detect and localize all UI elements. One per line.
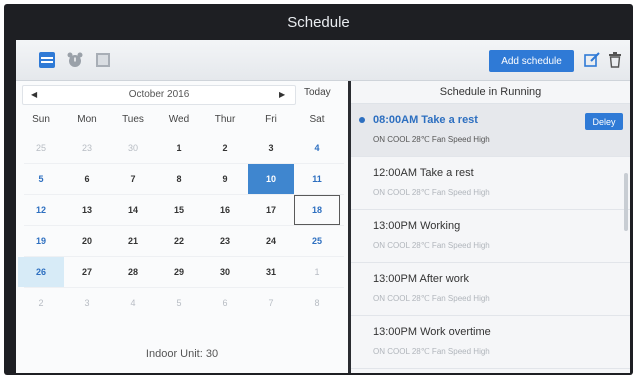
calendar-day-cell[interactable]: 31 — [248, 257, 294, 287]
edit-icon[interactable] — [583, 51, 601, 69]
indoor-unit-label: Indoor Unit: 30 — [145, 348, 219, 360]
calendar-day-cell[interactable]: 21 — [110, 226, 156, 256]
calendar-day-cell[interactable]: 14 — [110, 195, 156, 225]
schedule-panel: Add schedule ◀ October 2016 ▶ Today Sun … — [16, 40, 630, 373]
calendar-day-cell[interactable]: 4 — [294, 133, 340, 163]
calendar-day-cell[interactable]: 24 — [248, 226, 294, 256]
schedule-item[interactable]: 12:00AM Take a rest ON COOL 28℃ Fan Speed… — [351, 157, 630, 210]
calendar-day-cell[interactable]: 27 — [64, 257, 110, 287]
schedule-item-title: 12:00AM Take a rest — [373, 167, 474, 179]
weekday-label: Sun — [32, 114, 50, 125]
schedule-item[interactable]: 13:00PM Working ON COOL 28℃ Fan Speed Hig… — [351, 210, 630, 263]
calendar-day-cell[interactable]: 16 — [202, 195, 248, 225]
add-schedule-button[interactable]: Add schedule — [489, 50, 574, 72]
schedule-item-details: ON COOL 28℃ Fan Speed High — [373, 135, 490, 144]
schedule-item[interactable]: 13:00PM Work overtime ON COOL 28℃ Fan Spe… — [351, 316, 630, 369]
calendar-day-cell[interactable]: 20 — [64, 226, 110, 256]
weekday-label: Tues — [122, 114, 144, 125]
calendar-day-cell[interactable]: 23 — [64, 133, 110, 163]
calendar-day-cell[interactable]: 6 — [64, 164, 110, 194]
calendar-day-cell[interactable]: 29 — [156, 257, 202, 287]
schedule-item-details: ON COOL 28℃ Fan Speed High — [373, 347, 490, 356]
calendar-day-cell[interactable]: 6 — [202, 288, 248, 318]
calendar-day-cell[interactable]: 30 — [110, 133, 156, 163]
weekday-label: Thur — [214, 114, 236, 125]
scrollbar-thumb[interactable] — [624, 173, 628, 231]
schedule-item-title: 13:00PM Work overtime — [373, 326, 491, 338]
app-window: Schedule Add schedule ◀ October 2016 ▶ T… — [4, 4, 633, 375]
calendar-day-cell[interactable]: 25 — [18, 133, 64, 163]
schedule-item-details: ON COOL 28℃ Fan Speed High — [373, 294, 490, 303]
schedule-list-title: Schedule in Running — [351, 81, 630, 104]
calendar-day-cell[interactable]: 11 — [294, 164, 340, 194]
alarm-clock-icon[interactable] — [66, 51, 84, 69]
schedule-item-title: 08:00AM Take a rest — [373, 114, 478, 126]
calendar-day-cell[interactable]: 10 — [248, 164, 294, 194]
schedule-item[interactable]: 08:00AM Take a rest ON COOL 28℃ Fan Speed… — [351, 104, 630, 157]
schedule-item-title: 13:00PM Working — [373, 220, 461, 232]
calendar-day-cell[interactable]: 9 — [202, 164, 248, 194]
calendar-day-cell[interactable]: 5 — [18, 164, 64, 194]
calendar-day-cell[interactable]: 23 — [202, 226, 248, 256]
calendar-day-cell[interactable]: 17 — [248, 195, 294, 225]
today-button[interactable]: Today — [304, 87, 331, 98]
calendar-day-cell[interactable]: 4 — [110, 288, 156, 318]
calendar-day-cell[interactable]: 1 — [294, 257, 340, 287]
list-view-icon[interactable] — [94, 51, 112, 69]
delete-schedule-button[interactable]: Deley — [585, 113, 623, 130]
calendar-day-cell[interactable]: 18 — [294, 195, 340, 225]
window-title: Schedule — [287, 13, 350, 31]
schedule-item-title: 13:00PM After work — [373, 273, 469, 285]
calendar-day-cell[interactable]: 12 — [18, 195, 64, 225]
calendar-day-cell[interactable]: 2 — [18, 288, 64, 318]
month-label: October 2016 — [128, 89, 190, 100]
calendar-day-cell[interactable]: 3 — [248, 133, 294, 163]
calendar-day-cell[interactable]: 22 — [156, 226, 202, 256]
running-indicator-icon — [359, 117, 365, 123]
schedule-item[interactable]: 13:00PM After work ON COOL 28℃ Fan Speed … — [351, 263, 630, 316]
calendar-day-cell[interactable]: 25 — [294, 226, 340, 256]
calendar-day-cell[interactable]: 5 — [156, 288, 202, 318]
trash-icon[interactable] — [606, 51, 624, 69]
weekday-label: Wed — [168, 114, 190, 125]
calendar-day-cell[interactable]: 8 — [156, 164, 202, 194]
calendar-day-cell[interactable]: 7 — [110, 164, 156, 194]
schedule-item-details: ON COOL 28℃ Fan Speed High — [373, 188, 490, 197]
next-month-icon[interactable]: ▶ — [279, 90, 285, 99]
schedule-list-panel: Schedule in Running 08:00AM Take a rest O… — [351, 81, 630, 373]
calendar-day-cell[interactable]: 15 — [156, 195, 202, 225]
weekday-label: Mon — [77, 114, 97, 125]
calendar-day-cell[interactable]: 19 — [18, 226, 64, 256]
weekday-label: Sat — [309, 114, 325, 125]
calendar-view-icon[interactable] — [38, 51, 56, 69]
calendar-day-cell[interactable]: 3 — [64, 288, 110, 318]
weekday-label: Fri — [265, 114, 277, 125]
calendar-day-cell[interactable]: 13 — [64, 195, 110, 225]
calendar-day-cell[interactable]: 30 — [202, 257, 248, 287]
calendar-day-cell[interactable]: 8 — [294, 288, 340, 318]
calendar-day-cell[interactable]: 1 — [156, 133, 202, 163]
calendar-day-cell[interactable]: 2 — [202, 133, 248, 163]
calendar-day-cell[interactable]: 26 — [18, 257, 64, 287]
calendar-day-cell[interactable]: 7 — [248, 288, 294, 318]
schedule-item-details: ON COOL 28℃ Fan Speed High — [373, 241, 490, 250]
calendar-day-cell[interactable]: 28 — [110, 257, 156, 287]
toolbar: Add schedule — [16, 40, 630, 81]
calendar-panel: ◀ October 2016 ▶ Today Sun Mon Tues Wed … — [16, 81, 348, 373]
month-selector: ◀ October 2016 ▶ — [22, 85, 296, 105]
